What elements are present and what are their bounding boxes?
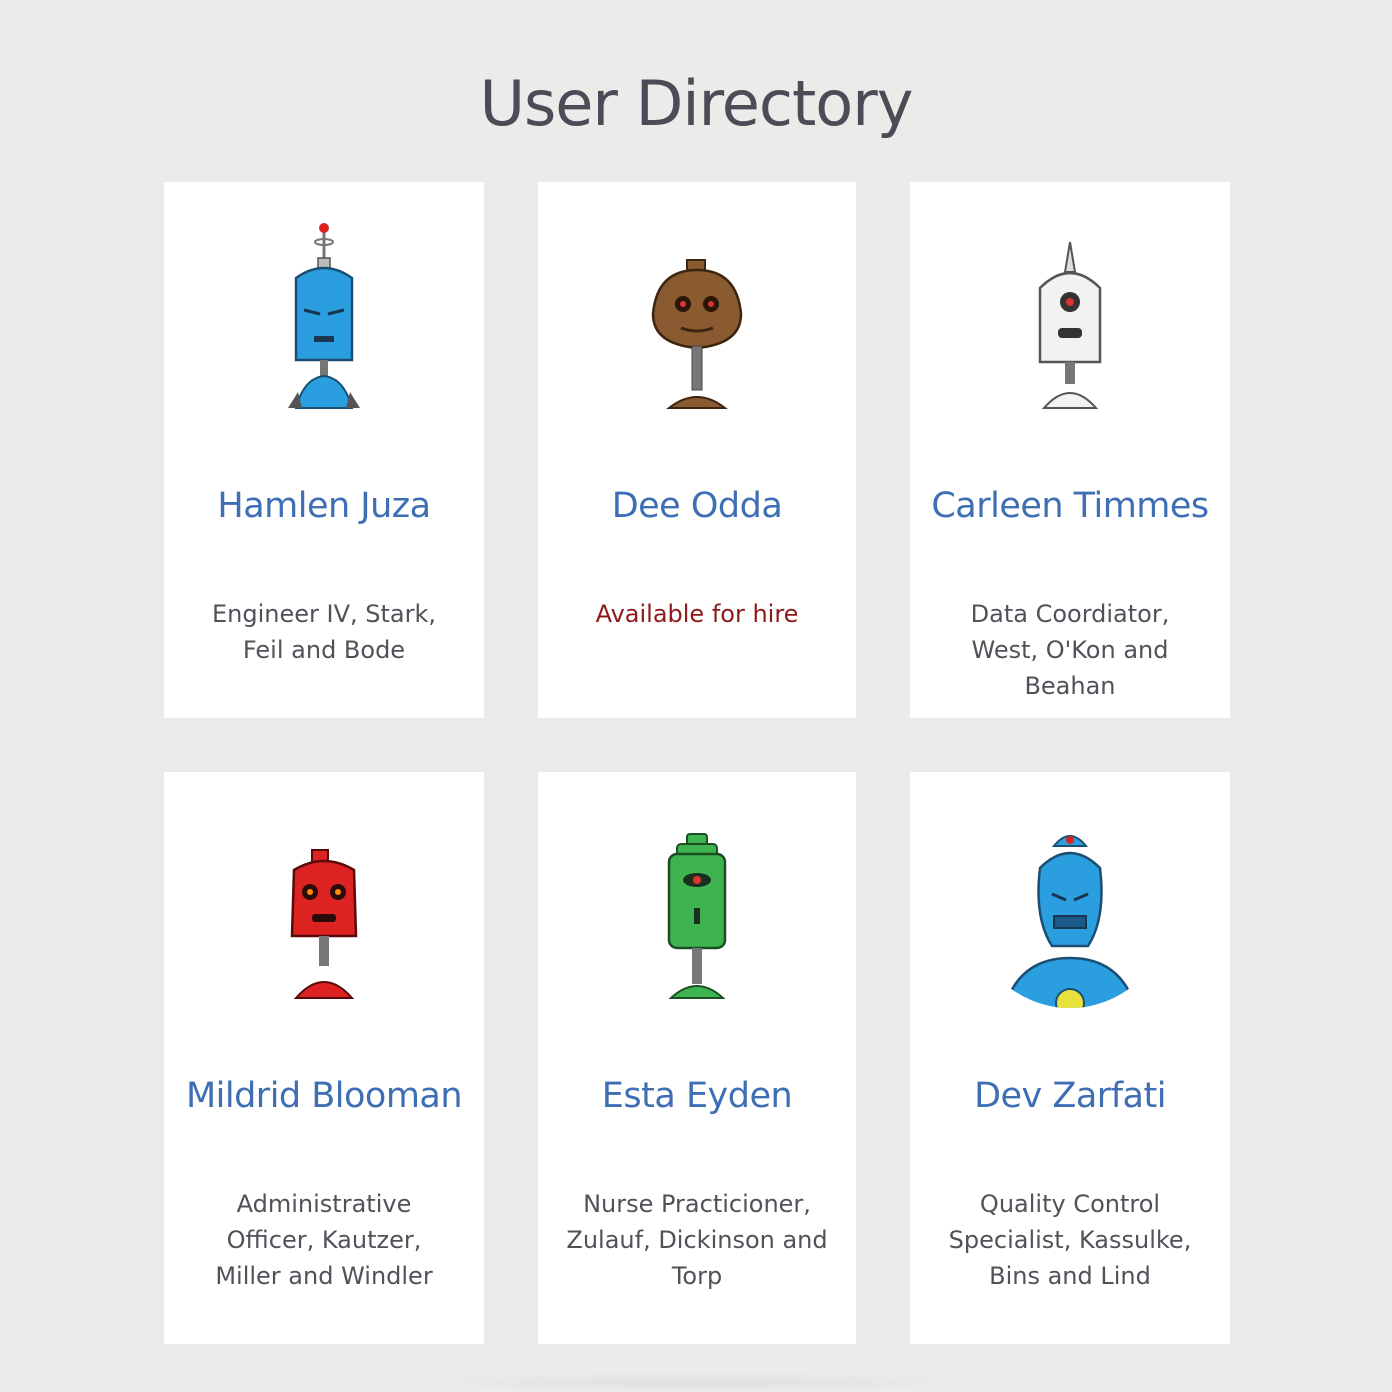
user-name[interactable]: Dee Odda xyxy=(538,484,856,528)
user-card-hamlen-juza[interactable]: Hamlen Juza Engineer IV, Stark, Feil and… xyxy=(164,182,484,718)
user-name[interactable]: Mildrid Blooman xyxy=(164,1074,484,1118)
user-name[interactable]: Hamlen Juza xyxy=(164,484,484,528)
brown-egg-robot-icon xyxy=(597,218,797,418)
white-cyclops-robot-icon xyxy=(970,218,1170,418)
user-name[interactable]: Esta Eyden xyxy=(538,1074,856,1118)
user-card-dev-zarfati[interactable]: Dev Zarfati Quality Control Specialist, … xyxy=(910,772,1230,1344)
user-card-mildrid-blooman[interactable]: Mildrid Blooman Administrative Officer, … xyxy=(164,772,484,1344)
blue-dome-robot-icon xyxy=(970,808,1170,1008)
page-shadow xyxy=(400,1372,992,1392)
user-role: Engineer IV, Stark, Feil and Bode xyxy=(211,600,436,664)
user-role: Available for hire xyxy=(595,600,799,628)
green-can-robot-icon xyxy=(597,808,797,1008)
user-role: Administrative Officer, Kautzer, Miller … xyxy=(215,1190,433,1290)
user-card-carleen-timmes[interactable]: Carleen Timmes Data Coordiator, West, O'… xyxy=(910,182,1230,718)
user-card-dee-odda[interactable]: Dee Odda Available for hire xyxy=(538,182,856,718)
user-card-esta-eyden[interactable]: Esta Eyden Nurse Practicioner, Zulauf, D… xyxy=(538,772,856,1344)
blue-antenna-robot-icon xyxy=(224,218,424,418)
user-role: Nurse Practicioner, Zulauf, Dickinson an… xyxy=(566,1190,828,1290)
user-role: Data Coordiator, West, O'Kon and Beahan xyxy=(970,600,1170,700)
user-role: Quality Control Specialist, Kassulke, Bi… xyxy=(948,1190,1192,1290)
page-title: User Directory xyxy=(479,67,914,140)
user-name[interactable]: Carleen Timmes xyxy=(910,484,1230,528)
red-box-robot-icon xyxy=(224,808,424,1008)
user-name[interactable]: Dev Zarfati xyxy=(910,1074,1230,1118)
